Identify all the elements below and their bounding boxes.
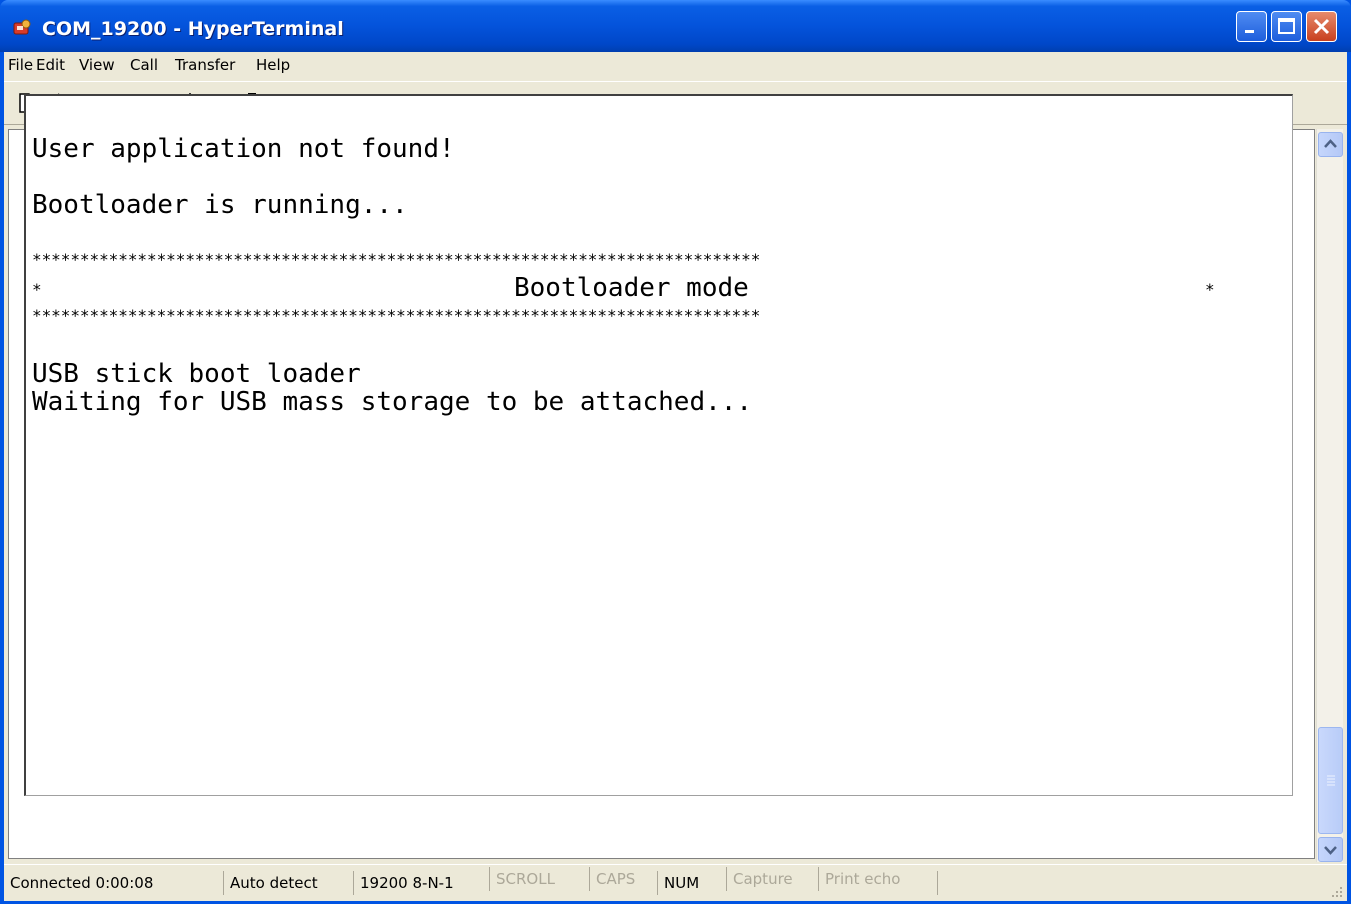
window-title: COM_19200 - HyperTerminal bbox=[42, 18, 344, 40]
terminal-line-1: User application not found! bbox=[32, 134, 455, 164]
terminal-screen[interactable]: User application not found! Bootloader i… bbox=[24, 94, 1293, 796]
terminal-line-6: USB stick boot loader bbox=[32, 359, 361, 389]
status-scroll-indicator: SCROLL bbox=[489, 867, 586, 891]
menu-file[interactable]: File bbox=[8, 55, 33, 75]
chevron-up-icon bbox=[1324, 139, 1337, 148]
terminal-line-3: ****************************************… bbox=[32, 250, 761, 269]
maximize-button[interactable] bbox=[1271, 11, 1302, 42]
grip-icon bbox=[1327, 775, 1335, 786]
scroll-thumb[interactable] bbox=[1318, 727, 1343, 834]
status-port-settings: 19200 8-N-1 bbox=[353, 871, 486, 895]
menu-view[interactable]: View bbox=[79, 55, 115, 75]
status-print-echo-indicator: Print echo bbox=[818, 867, 934, 891]
status-num-indicator: NUM bbox=[657, 871, 723, 895]
maximize-icon bbox=[1278, 18, 1295, 34]
menu-bar: File Edit View Call Transfer Help bbox=[4, 52, 1347, 79]
status-connected: Connected 0:00:08 bbox=[10, 874, 154, 892]
status-capture-indicator: Capture bbox=[726, 867, 815, 891]
status-bar: Connected 0:00:08 Auto detect 19200 8-N-… bbox=[4, 864, 1347, 901]
scroll-up-button[interactable] bbox=[1318, 132, 1343, 157]
hyperterminal-window: COM_19200 - HyperTerminal File Edit View… bbox=[0, 0, 1351, 904]
resize-grip-icon[interactable] bbox=[1326, 881, 1344, 899]
title-bar[interactable]: COM_19200 - HyperTerminal bbox=[0, 0, 1351, 52]
terminal-line-2: Bootloader is running... bbox=[32, 190, 408, 220]
minimize-icon bbox=[1245, 30, 1254, 33]
menu-transfer[interactable]: Transfer bbox=[175, 55, 235, 75]
hyperterminal-app-icon bbox=[13, 19, 31, 35]
banner-title: Bootloader mode bbox=[514, 273, 749, 303]
banner-right-star: * bbox=[1205, 280, 1215, 299]
scroll-down-button[interactable] bbox=[1318, 837, 1343, 862]
close-button[interactable] bbox=[1306, 11, 1337, 42]
status-auto-detect: Auto detect bbox=[223, 871, 350, 895]
menu-edit[interactable]: Edit bbox=[36, 55, 65, 75]
terminal-line-7: Waiting for USB mass storage to be attac… bbox=[32, 387, 753, 417]
status-caps-indicator: CAPS bbox=[589, 867, 654, 891]
status-divider bbox=[937, 871, 939, 895]
menu-help[interactable]: Help bbox=[256, 55, 290, 75]
chevron-down-icon bbox=[1324, 846, 1337, 855]
minimize-button[interactable] bbox=[1236, 11, 1267, 42]
close-icon bbox=[1313, 18, 1330, 35]
banner-left-star: * bbox=[32, 280, 42, 299]
terminal-line-5: ****************************************… bbox=[32, 306, 761, 325]
menu-call[interactable]: Call bbox=[130, 55, 158, 75]
vertical-scrollbar[interactable] bbox=[1316, 129, 1343, 862]
